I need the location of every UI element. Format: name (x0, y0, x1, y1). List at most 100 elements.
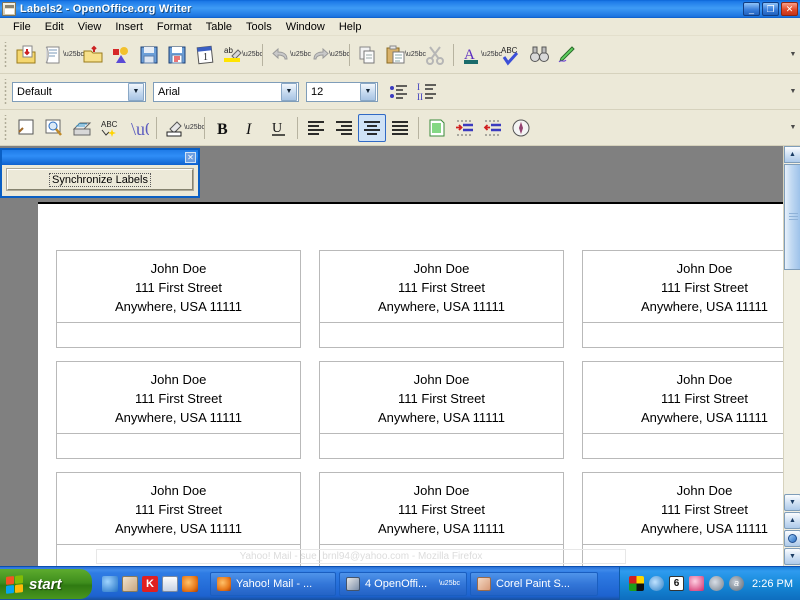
print-icon[interactable] (68, 114, 96, 142)
label-cell-spacer[interactable] (319, 322, 564, 348)
new-from-template-icon[interactable] (40, 41, 68, 69)
label-cell-spacer[interactable] (582, 433, 800, 459)
label-cell-spacer[interactable] (56, 322, 301, 348)
close-button[interactable]: ✕ (781, 2, 798, 16)
label-address-block[interactable]: John Doe 111 First Street Anywhere, USA … (319, 472, 564, 544)
redo-icon[interactable] (306, 41, 334, 69)
aim-icon[interactable]: a (729, 576, 745, 591)
menu-file[interactable]: File (6, 19, 38, 35)
redo-dropdown-arrow[interactable]: \u25bc (329, 41, 350, 69)
calendar-icon[interactable]: 6 (669, 576, 685, 591)
previous-page-button[interactable]: ▲ (784, 512, 800, 529)
chevron-down-icon[interactable]: ▼ (281, 82, 297, 101)
object-toolbar-overflow[interactable]: ▼ (786, 114, 800, 142)
volume-icon[interactable] (709, 576, 725, 591)
align-right-icon[interactable] (330, 114, 358, 142)
chevron-down-icon[interactable]: ▼ (128, 82, 144, 101)
synchronize-labels-titlebar[interactable]: ✕ (2, 150, 198, 165)
bullet-list-icon[interactable] (385, 78, 413, 106)
label-cell-spacer[interactable] (319, 433, 564, 459)
font-color-icon[interactable]: A (458, 41, 486, 69)
vertical-scrollbar[interactable]: ▲ ▼ ▲ ▼ (783, 146, 800, 566)
undo-icon[interactable] (267, 41, 295, 69)
autospellcheck-icon[interactable]: ABC (96, 114, 124, 142)
italic-icon[interactable]: I (237, 114, 265, 142)
chevron-down-icon[interactable]: \u25bc (439, 580, 460, 587)
notepad-icon[interactable] (162, 575, 178, 592)
menu-tools[interactable]: Tools (239, 19, 279, 35)
paste-icon[interactable] (382, 41, 410, 69)
taskbar-corel-paint[interactable]: Corel Paint S... (470, 571, 598, 596)
align-center-icon[interactable] (358, 113, 386, 142)
chevron-down-icon[interactable]: ▼ (360, 82, 376, 101)
scroll-up-button[interactable]: ▲ (784, 146, 800, 163)
copy-icon[interactable] (354, 41, 382, 69)
zoom-icon[interactable] (40, 114, 68, 142)
restore-button[interactable]: ❐ (762, 2, 779, 16)
cut-icon[interactable] (421, 41, 449, 69)
messenger-heart-icon[interactable] (689, 576, 705, 591)
bold-icon[interactable]: B (209, 114, 237, 142)
label-cell[interactable]: John Doe 111 First Street Anywhere, USA … (319, 361, 564, 459)
increase-indent-icon[interactable] (451, 114, 479, 142)
decrease-indent-icon[interactable] (479, 114, 507, 142)
taskbar-firefox-yahoo-mail[interactable]: Yahoo! Mail - ... (210, 571, 336, 596)
scrollbar-thumb[interactable] (784, 164, 800, 270)
label-cell-spacer[interactable] (56, 433, 301, 459)
antivirus-dog-icon[interactable] (649, 576, 665, 591)
scroll-down-button[interactable]: ▼ (784, 494, 800, 511)
new-dropdown-arrow[interactable]: \u25bc (63, 41, 84, 69)
taskbar-clock[interactable]: 2:26 PM (752, 578, 793, 590)
edit-pencil-icon[interactable] (553, 41, 581, 69)
standard-toolbar-overflow[interactable]: ▼ (786, 41, 800, 69)
taskbar-openoffice-group[interactable]: 4 OpenOffi... \u25bc (339, 571, 467, 596)
toolbar-grip[interactable] (2, 41, 9, 68)
next-page-button[interactable]: ▼ (784, 548, 800, 565)
line-spacing-icon[interactable] (423, 114, 451, 142)
find-replace-icon[interactable] (525, 41, 553, 69)
label-cell[interactable]: John Doe 111 First Street Anywhere, USA … (56, 250, 301, 348)
label-address-block[interactable]: John Doe 111 First Street Anywhere, USA … (319, 250, 564, 322)
internet-explorer-icon[interactable] (102, 575, 118, 592)
label-address-block[interactable]: John Doe 111 First Street Anywhere, USA … (56, 250, 301, 322)
label-address-block[interactable]: John Doe 111 First Street Anywhere, USA … (56, 361, 301, 433)
background-color-dropdown-arrow[interactable]: \u25bc (184, 114, 205, 142)
save-as-icon[interactable] (163, 41, 191, 69)
label-cell-spacer[interactable] (582, 322, 800, 348)
start-button[interactable]: start (0, 569, 92, 599)
underline-icon[interactable]: U (265, 114, 293, 142)
insert-date-icon[interactable]: 1 (191, 41, 219, 69)
menu-table[interactable]: Table (199, 19, 239, 35)
label-cell[interactable]: John Doe 111 First Street Anywhere, USA … (582, 361, 800, 459)
label-address-block[interactable]: John Doe 111 First Street Anywhere, USA … (582, 250, 800, 322)
font-size-combo[interactable]: 12 ▼ (306, 81, 378, 102)
navigator-icon[interactable] (507, 114, 535, 142)
menu-edit[interactable]: Edit (38, 19, 71, 35)
paste-dropdown-arrow[interactable]: \u25bc (405, 41, 426, 69)
label-cell[interactable]: John Doe 111 First Street Anywhere, USA … (56, 361, 301, 459)
paragraph-style-combo[interactable]: Default ▼ (12, 81, 146, 102)
menu-window[interactable]: Window (279, 19, 332, 35)
navigation-globe-icon[interactable] (784, 530, 800, 547)
undo-dropdown-arrow[interactable]: \u25bc (290, 41, 311, 69)
save-icon[interactable] (135, 41, 163, 69)
close-icon[interactable]: ✕ (185, 152, 196, 163)
firefox-icon[interactable] (182, 575, 198, 592)
menu-insert[interactable]: Insert (108, 19, 150, 35)
label-cell[interactable]: John Doe 111 First Street Anywhere, USA … (582, 250, 800, 348)
photo-viewer-icon[interactable] (122, 575, 138, 592)
open-file-icon[interactable] (79, 41, 107, 69)
formatting-marks-icon[interactable]: \u00b6 (124, 114, 152, 142)
menu-format[interactable]: Format (150, 19, 199, 35)
kazaa-icon[interactable]: K (142, 575, 158, 592)
numbered-list-icon[interactable]: I II (413, 78, 441, 106)
menu-help[interactable]: Help (332, 19, 369, 35)
label-address-block[interactable]: John Doe 111 First Street Anywhere, USA … (582, 472, 800, 544)
justify-icon[interactable] (386, 114, 414, 142)
toolbar-grip[interactable] (2, 78, 9, 105)
menu-view[interactable]: View (71, 19, 109, 35)
font-color-dropdown-arrow[interactable]: \u25bc (481, 41, 502, 69)
formatting-toolbar-overflow[interactable]: ▼ (786, 78, 800, 106)
label-address-block[interactable]: John Doe 111 First Street Anywhere, USA … (582, 361, 800, 433)
label-address-block[interactable]: John Doe 111 First Street Anywhere, USA … (319, 361, 564, 433)
